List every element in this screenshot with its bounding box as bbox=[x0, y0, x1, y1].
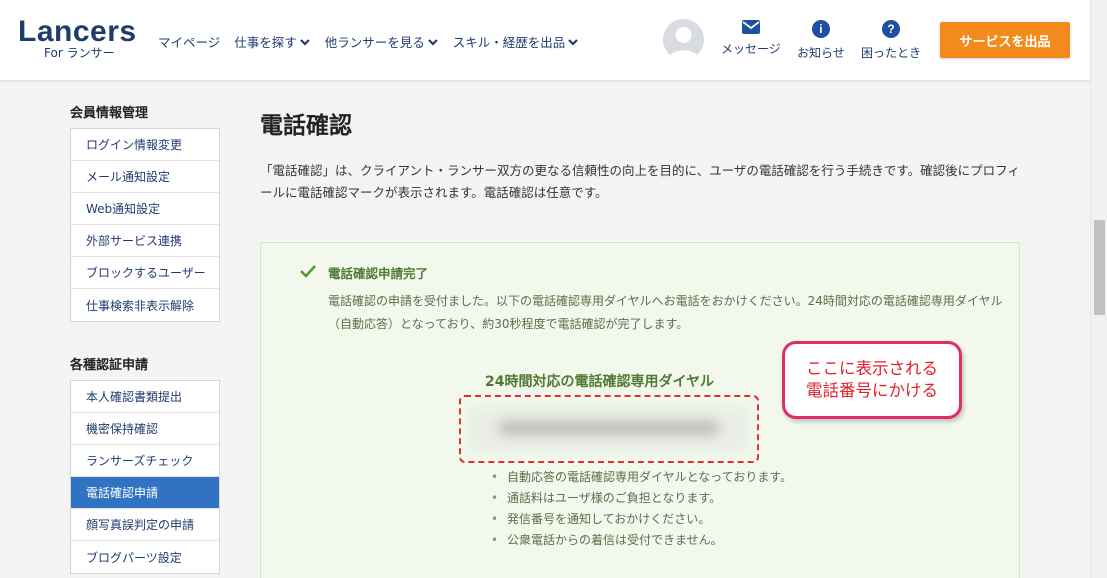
sidebar-verification-list: 本人確認書類提出 機密保持確認 ランサーズチェック 電話確認申請 顔写真誤判定の… bbox=[70, 380, 220, 574]
dial-title: 24時間対応の電話確認専用ダイヤル bbox=[485, 374, 715, 390]
header-notifications[interactable]: i お知らせ bbox=[797, 20, 845, 61]
avatar[interactable] bbox=[663, 19, 704, 60]
logo-main-text: Lancers bbox=[18, 15, 137, 48]
callout-line1: ここに表示される bbox=[806, 359, 938, 378]
sell-service-button[interactable]: サービスを出品 bbox=[940, 22, 1070, 58]
sidebar-item-phone-verify[interactable]: 電話確認申請 bbox=[71, 477, 219, 509]
sidebar-item-nda-check[interactable]: 機密保持確認 bbox=[71, 413, 219, 445]
list-item: 自動応答の電話確認専用ダイヤルとなっております。 bbox=[491, 467, 801, 488]
phone-number-highlight bbox=[459, 395, 759, 463]
sidebar-section-verification: 各種認証申請 bbox=[70, 358, 149, 373]
sidebar-item-job-search-unhide[interactable]: 仕事検索非表示解除 bbox=[71, 289, 219, 321]
mail-icon bbox=[741, 20, 760, 34]
sidebar-item-external-services[interactable]: 外部サービス連携 bbox=[71, 225, 219, 257]
user-silhouette-icon bbox=[668, 27, 699, 60]
sidebar-item-photo-misjudge[interactable]: 顔写真誤判定の申請 bbox=[71, 509, 219, 541]
help-icon: ? bbox=[882, 20, 900, 38]
annotation-callout: ここに表示される 電話番号にかける bbox=[782, 341, 962, 419]
sidebar-item-mail-notify[interactable]: メール通知設定 bbox=[71, 161, 219, 193]
panel-description: 電話確認の申請を受付ました。以下の電話確認専用ダイヤルへお電話をおかけください。… bbox=[328, 294, 1003, 331]
notes-list: 自動応答の電話確認専用ダイヤルとなっております。 通話料はユーザ様のご負担となり… bbox=[491, 467, 801, 551]
main-nav: マイページ 仕事を探す 他ランサーを見る スキル・経歴を出品 bbox=[158, 32, 579, 51]
info-icon: i bbox=[811, 20, 830, 38]
messages-label: メッセージ bbox=[721, 42, 781, 56]
nav-other-lancers-label: 他ランサーを見る bbox=[324, 35, 425, 50]
logo-sub-text: For ランサー bbox=[44, 46, 115, 60]
lancers-logo[interactable]: Lancers For ランサー bbox=[18, 15, 137, 61]
panel-heading: 電話確認申請完了 bbox=[328, 266, 429, 281]
nav-find-jobs[interactable]: 仕事を探す bbox=[234, 32, 311, 51]
header-messages[interactable]: メッセージ bbox=[721, 20, 781, 57]
sidebar-account-list: ログイン情報変更 メール通知設定 Web通知設定 外部サービス連携 ブロックする… bbox=[70, 128, 220, 322]
blurred-phone-number bbox=[469, 407, 749, 451]
scrollbar-thumb[interactable] bbox=[1094, 220, 1105, 315]
list-item: 発信番号を通知しておかけください。 bbox=[491, 509, 801, 530]
notifications-label: お知らせ bbox=[797, 46, 845, 60]
sidebar-item-blocked-users[interactable]: ブロックするユーザー bbox=[71, 257, 219, 289]
sidebar-item-login-info[interactable]: ログイン情報変更 bbox=[71, 129, 219, 161]
sidebar-item-web-notify[interactable]: Web通知設定 bbox=[71, 193, 219, 225]
header-help[interactable]: ? 困ったとき bbox=[861, 20, 921, 61]
nav-sell-skills[interactable]: スキル・経歴を出品 bbox=[453, 32, 580, 51]
checkmark-icon bbox=[300, 265, 316, 278]
chevron-down-icon bbox=[568, 38, 579, 46]
nav-mypage-label: マイページ bbox=[158, 35, 221, 50]
callout-line2: 電話番号にかける bbox=[806, 381, 938, 400]
page-scrollbar[interactable] bbox=[1090, 0, 1107, 578]
sidebar-item-identity-docs[interactable]: 本人確認書類提出 bbox=[71, 381, 219, 413]
list-item: 公衆電話からの着信は受付できません。 bbox=[491, 530, 801, 551]
list-item: 通話料はユーザ様のご負担となります。 bbox=[491, 488, 801, 509]
site-header: Lancers For ランサー マイページ 仕事を探す 他ランサーを見る スキ… bbox=[0, 0, 1090, 80]
nav-find-jobs-label: 仕事を探す bbox=[234, 35, 297, 50]
nav-sell-skills-label: スキル・経歴を出品 bbox=[452, 35, 566, 50]
nav-other-lancers[interactable]: 他ランサーを見る bbox=[325, 32, 439, 51]
sidebar-section-account: 会員情報管理 bbox=[70, 106, 149, 121]
chevron-down-icon bbox=[300, 38, 310, 46]
nav-mypage[interactable]: マイページ bbox=[158, 32, 220, 51]
chevron-down-icon bbox=[428, 38, 438, 46]
sidebar-item-blog-parts[interactable]: ブログパーツ設定 bbox=[71, 541, 219, 573]
help-label: 困ったとき bbox=[861, 46, 922, 60]
page-title: 電話確認 bbox=[260, 113, 352, 139]
sidebar-item-lancers-check[interactable]: ランサーズチェック bbox=[71, 445, 219, 477]
intro-text: 「電話確認」は、クライアント・ランサー双方の更なる信頼性の向上を目的に、ユーザの… bbox=[260, 163, 1020, 200]
